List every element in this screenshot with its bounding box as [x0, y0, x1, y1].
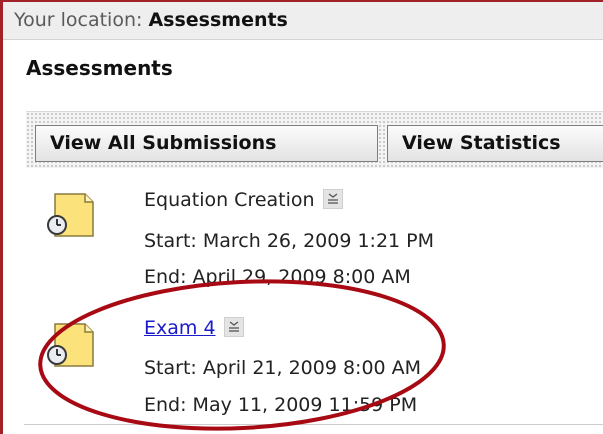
assessment-title-row: Exam 4: [144, 316, 244, 340]
row-divider: [24, 424, 603, 425]
assessment-start: Start: March 26, 2009 1:21 PM: [144, 230, 435, 252]
breadcrumb-current: Assessments: [148, 9, 288, 31]
breadcrumb-prefix: Your location:: [14, 9, 143, 31]
assessment-title-link[interactable]: Exam 4: [144, 317, 216, 339]
assessment-clock-icon: [45, 190, 95, 238]
assessment-title-row: Equation Creation: [144, 188, 343, 212]
assessment-clock-icon: [45, 320, 95, 368]
page-title: Assessments: [26, 56, 173, 80]
view-statistics-button[interactable]: View Statistics: [387, 125, 603, 162]
screenshot-border-top: [0, 0, 603, 2]
assessment-end: End: May 11, 2009 11:59 PM: [144, 394, 418, 416]
action-toolbar: View All Submissions View Statistics: [26, 111, 603, 168]
assessment-title: Equation Creation: [144, 189, 315, 211]
breadcrumb: Your location: Assessments: [3, 2, 603, 40]
assessment-start: Start: April 21, 2009 8:00 AM: [144, 357, 422, 379]
options-menu-icon[interactable]: [322, 189, 343, 209]
view-all-submissions-button[interactable]: View All Submissions: [35, 125, 378, 162]
assessment-end: End: April 29, 2009 8:00 AM: [144, 266, 411, 288]
screenshot-frame: Your location: Assessments Assessments V…: [0, 0, 603, 434]
options-menu-icon[interactable]: [223, 317, 244, 337]
screenshot-border-left: [0, 0, 3, 434]
